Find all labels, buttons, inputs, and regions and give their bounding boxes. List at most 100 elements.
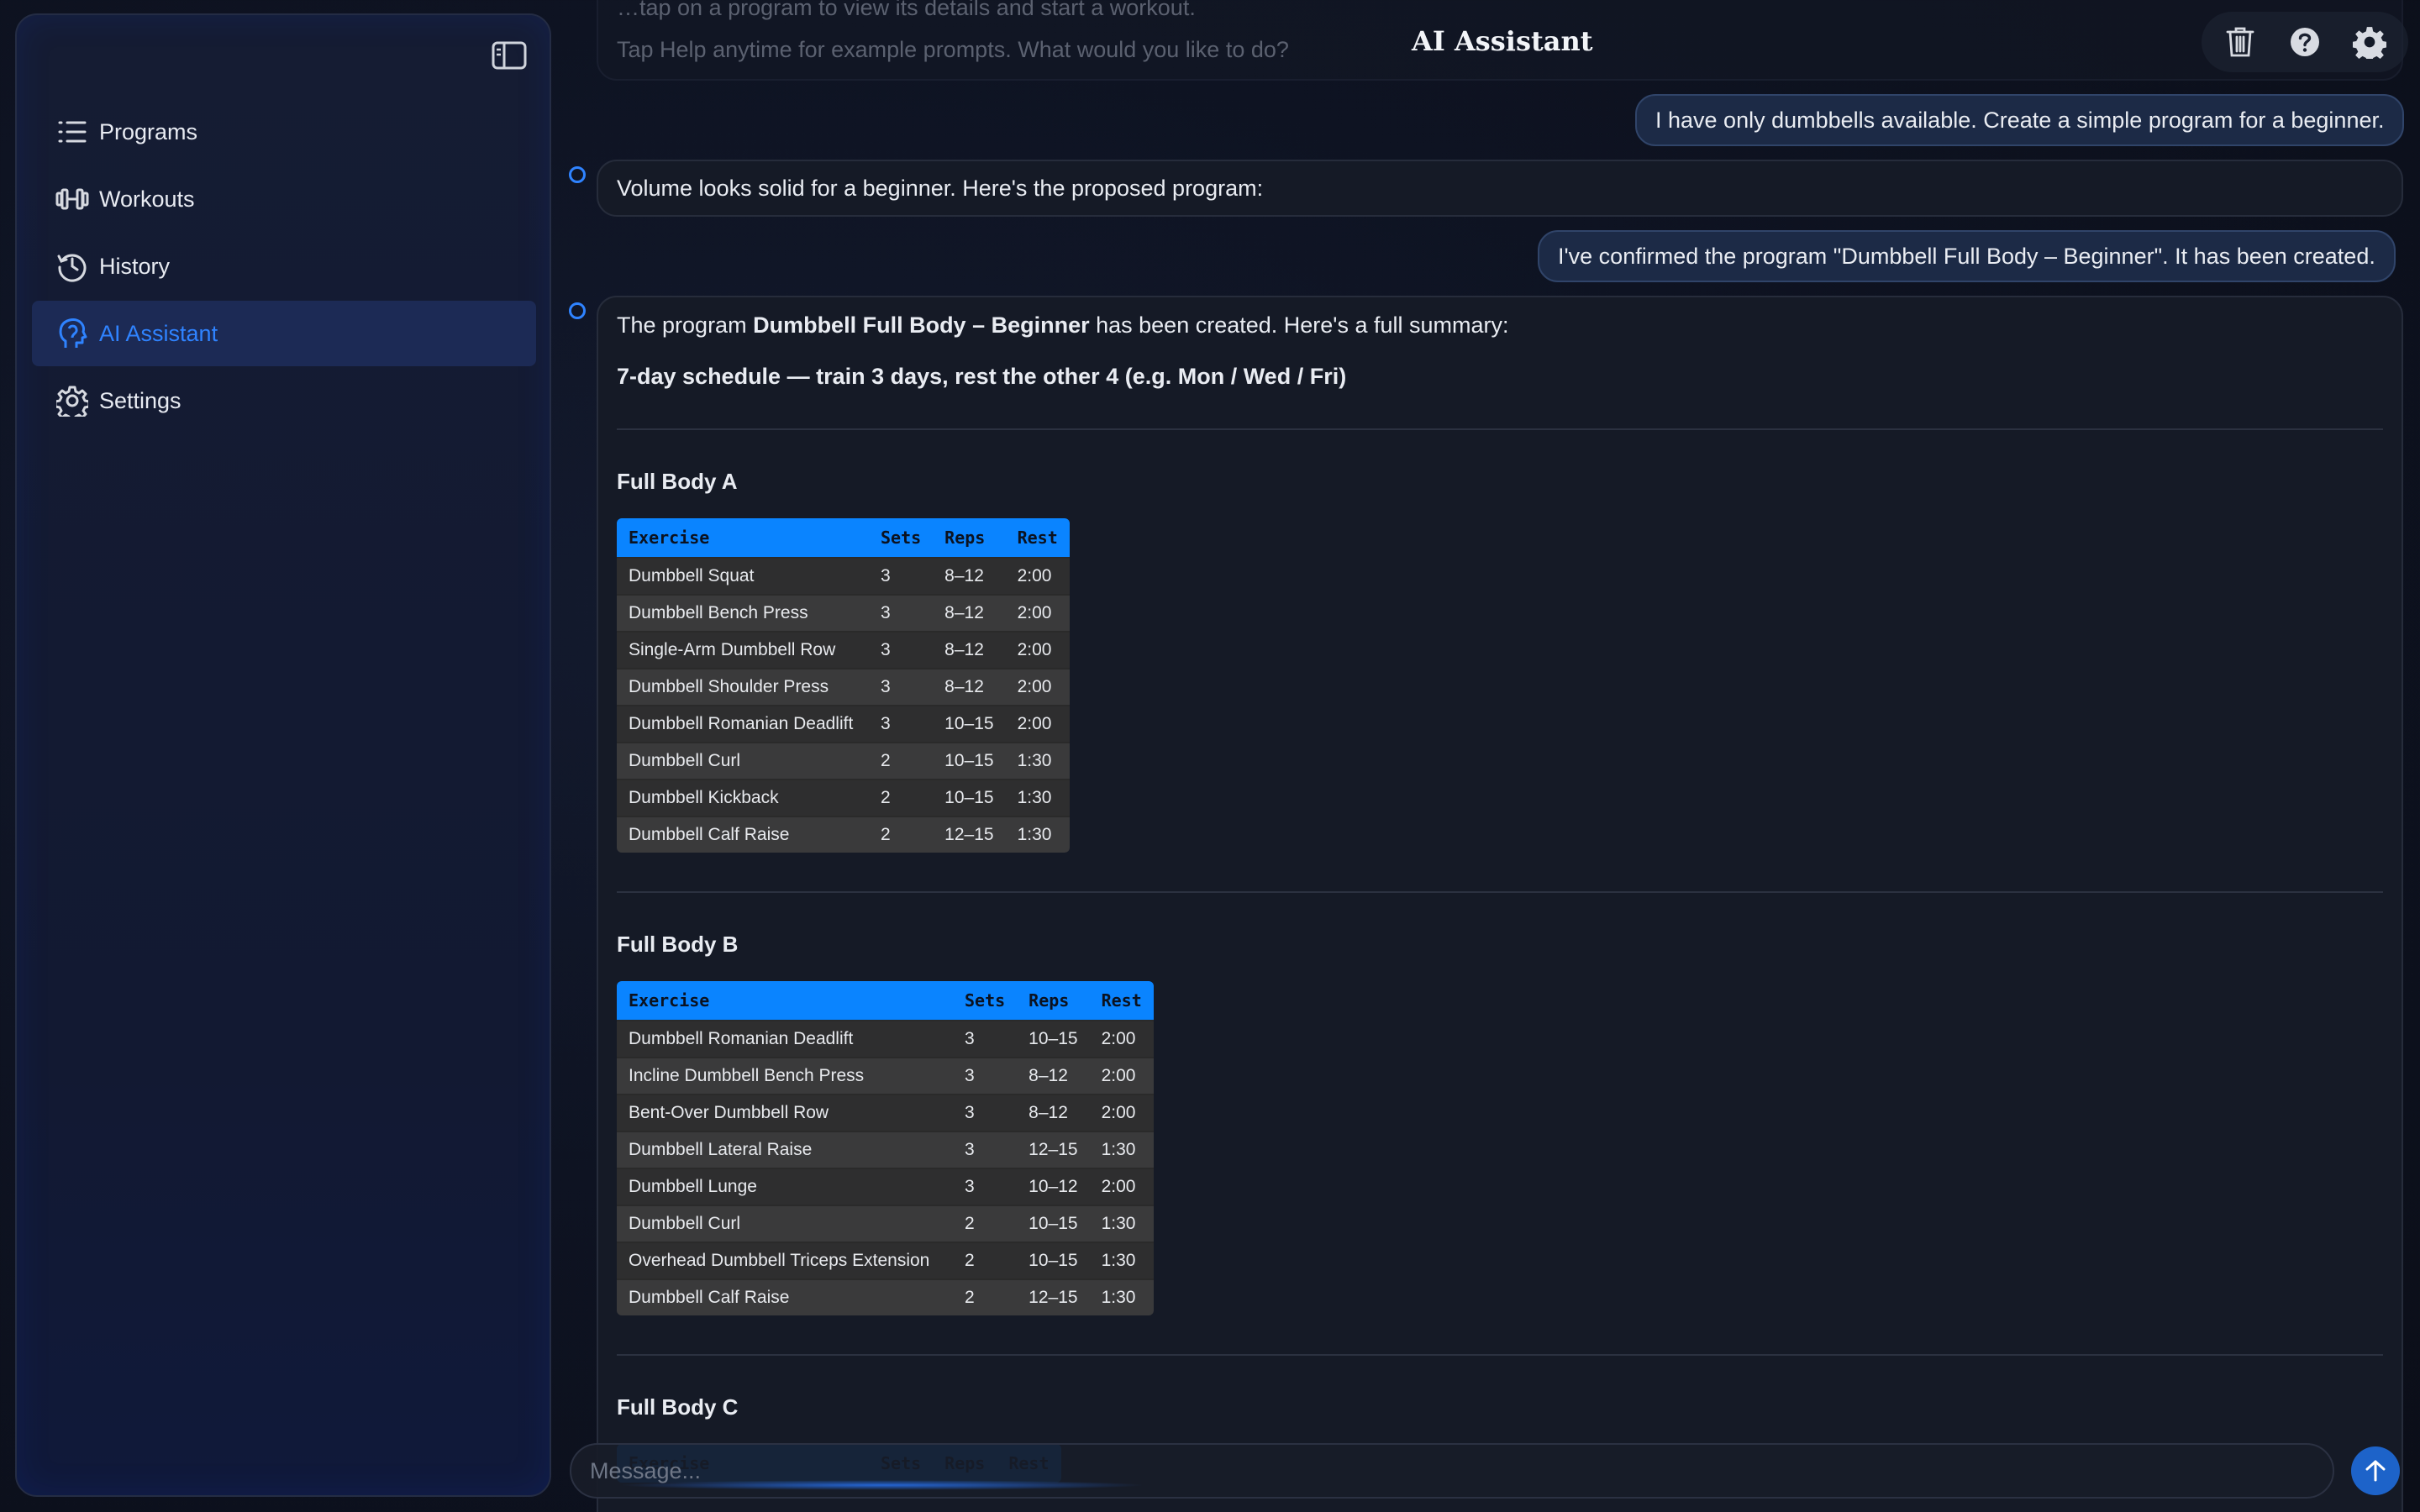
table-cell: 2 [953,1242,1018,1278]
section-divider [617,428,2383,430]
table-row: Dumbbell Romanian Deadlift 3 10–15 2:00 [617,1020,1154,1057]
sidebar-item-label: Workouts [99,186,195,212]
table-cell: Dumbbell Lunge [617,1168,953,1205]
table-cell: 10–15 [1017,1020,1090,1057]
settings-button[interactable] [2349,21,2391,63]
table-row: Single-Arm Dumbbell Row 3 8–12 2:00 [617,631,1070,668]
table-cell: Dumbbell Curl [617,742,869,779]
day-title: Full Body B [617,932,739,957]
table-cell: Dumbbell Lateral Raise [617,1131,953,1168]
trash-icon [2226,27,2254,57]
table-cell: 8–12 [933,594,1006,631]
column-header: Reps [933,518,1006,557]
table-cell: 2:00 [1005,594,1070,631]
table-cell: 2:00 [1005,705,1070,742]
table-cell: 10–12 [1017,1168,1090,1205]
scroll-glow [618,1480,1147,1490]
table-cell: 3 [953,1094,1018,1131]
table-cell: 10–15 [933,705,1006,742]
table-cell: Dumbbell Romanian Deadlift [617,1020,953,1057]
table-row: Dumbbell Squat 3 8–12 2:00 [617,557,1070,594]
table-cell: 3 [953,1057,1018,1094]
sidebar-toggle-icon[interactable] [491,40,528,71]
table-row: Dumbbell Calf Raise 2 12–15 1:30 [617,816,1070,853]
exercise-table: Exercise Sets Reps Rest Dumbbell Squat 3 8–12 2… [617,518,1070,853]
table-cell: 8–12 [933,557,1006,594]
day-title: Full Body C [617,1394,739,1420]
dumbbell-icon [55,182,89,216]
table-cell: 8–12 [1017,1094,1090,1131]
table-cell: 3 [953,1020,1018,1057]
sidebar-item-history[interactable]: History [32,234,536,299]
arrow-up-icon [2365,1460,2386,1482]
program-days: Full Body A Exercise Sets Reps Rest Dumbbell … [617,428,2383,1483]
previous-ai-message-line: …tap on a program to view its details an… [617,0,1196,20]
table-cell: Dumbbell Squat [617,557,869,594]
table-cell: 1:30 [1089,1242,1154,1278]
previous-ai-message-line: Tap Help anytime for example prompts. Wh… [617,37,1289,62]
column-header: Exercise [617,518,869,557]
sidebar-item-ai-assistant[interactable]: AI Assistant [32,301,536,366]
sidebar-item-label: History [99,253,171,279]
column-header: Exercise [617,981,953,1020]
table-header-row: ExerciseSetsRepsRest [617,518,1070,557]
table-cell: 2:00 [1089,1094,1154,1131]
table-row: Overhead Dumbbell Triceps Extension 2 10–1… [617,1242,1154,1278]
ai-avatar-icon [569,302,586,319]
table-cell: Overhead Dumbbell Triceps Extension [617,1242,953,1278]
table-cell: Bent-Over Dumbbell Row [617,1094,953,1131]
exercise-table: Exercise Sets Reps Rest Dumbbell Romanian De… [617,981,1154,1315]
table-cell: 12–15 [933,816,1006,853]
delete-chat-button[interactable] [2219,21,2261,63]
help-icon [2290,28,2319,56]
gear-icon [55,384,89,417]
table-cell: 10–15 [1017,1242,1090,1278]
table-cell: Incline Dumbbell Bench Press [617,1057,953,1094]
column-header: Sets [869,518,934,557]
column-header: Sets [953,981,1018,1020]
sidebar-nav: Programs Workouts History AI Assistant S… [32,99,536,435]
table-row: Dumbbell Romanian Deadlift 3 10–15 2:00 [617,705,1070,742]
help-button[interactable] [2284,21,2326,63]
table-cell: 2:00 [1005,631,1070,668]
table-cell: 3 [869,668,934,705]
table-cell: 2 [869,779,934,816]
summary-suffix: has been created. Here's a full summary: [1089,312,1509,338]
table-row: Dumbbell Lateral Raise 3 12–15 1:30 [617,1131,1154,1168]
summary-intro: The program Dumbbell Full Body – Beginne… [617,312,2383,339]
table-cell: 12–15 [1017,1131,1090,1168]
table-row: Dumbbell Shoulder Press 3 8–12 2:00 [617,668,1070,705]
table-cell: 1:30 [1089,1205,1154,1242]
table-cell: 8–12 [1017,1057,1090,1094]
schedule-text: 7-day schedule — train 3 days, rest the … [617,364,1347,389]
table-cell: 1:30 [1089,1278,1154,1315]
table-cell: Dumbbell Bench Press [617,594,869,631]
table-cell: 2 [953,1278,1018,1315]
sidebar-item-settings[interactable]: Settings [32,368,536,433]
table-cell: Dumbbell Calf Raise [617,816,869,853]
ai-head-icon [55,317,89,350]
table-row: Dumbbell Kickback 2 10–15 1:30 [617,779,1070,816]
table-row: Incline Dumbbell Bench Press 3 8–12 2:00 [617,1057,1154,1094]
table-cell: Dumbbell Kickback [617,779,869,816]
table-cell: 3 [953,1131,1018,1168]
day-title: Full Body A [617,469,738,494]
table-cell: 10–15 [1017,1205,1090,1242]
table-cell: 8–12 [933,668,1006,705]
page-title: AI Assistant [1412,25,1593,57]
table-cell: 10–15 [933,779,1006,816]
table-row: Dumbbell Curl 2 10–15 1:30 [617,1205,1154,1242]
table-cell: Dumbbell Shoulder Press [617,668,869,705]
user-message: I've confirmed the program "Dumbbell Ful… [1538,230,2396,282]
table-cell: 3 [953,1168,1018,1205]
sidebar-item-label: Settings [99,387,182,413]
table-cell: 2 [869,742,934,779]
table-cell: 2:00 [1089,1020,1154,1057]
table-cell: 3 [869,557,934,594]
header-actions [2202,12,2408,72]
table-cell: 1:30 [1005,779,1070,816]
sidebar-item-workouts[interactable]: Workouts [32,166,536,232]
send-button[interactable] [2351,1446,2400,1495]
sidebar-item-programs[interactable]: Programs [32,99,536,165]
table-cell: 3 [869,594,934,631]
